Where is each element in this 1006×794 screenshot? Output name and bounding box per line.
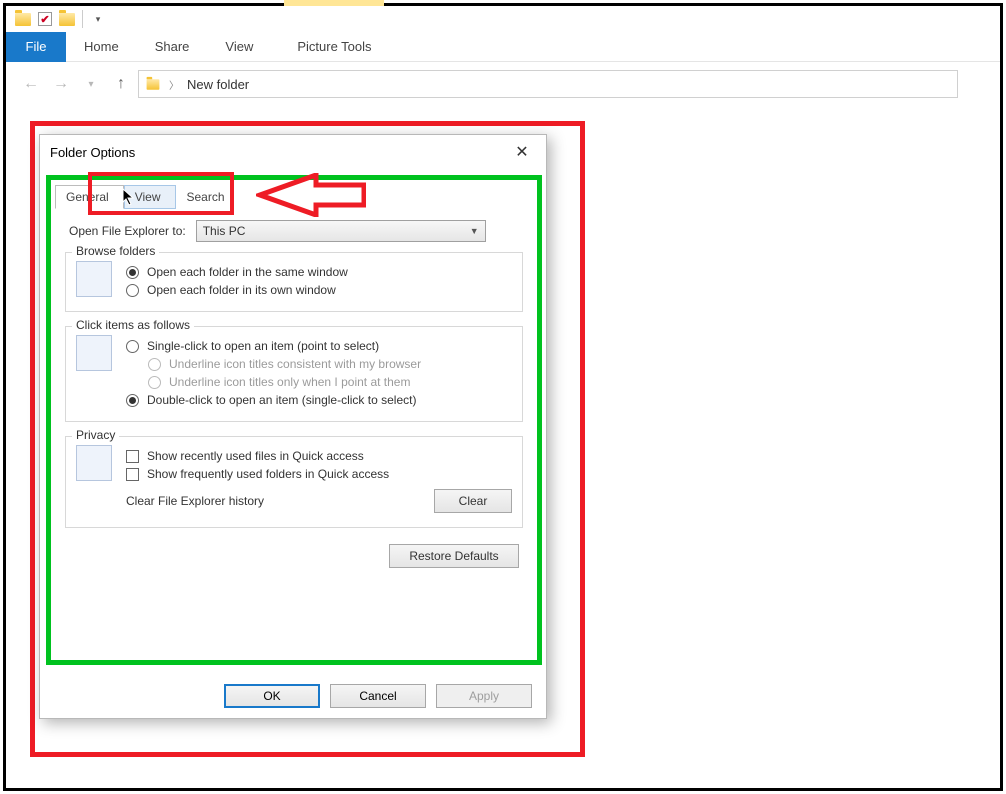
qat-customize-icon[interactable]: ▾ bbox=[87, 8, 109, 30]
tab-view[interactable]: View bbox=[207, 32, 271, 62]
nav-up-icon[interactable]: ↑ bbox=[108, 71, 134, 97]
nav-recent-icon[interactable]: ▾ bbox=[78, 71, 104, 97]
tab-search[interactable]: Search bbox=[176, 185, 240, 209]
open-explorer-label: Open File Explorer to: bbox=[69, 224, 186, 238]
file-tab[interactable]: File bbox=[6, 32, 66, 62]
group-browse-folders: Browse folders Open each folder in the s… bbox=[65, 252, 523, 312]
dialog-title: Folder Options bbox=[50, 145, 135, 160]
restore-defaults-button[interactable]: Restore Defaults bbox=[389, 544, 519, 568]
click-icon bbox=[76, 335, 112, 371]
check-frequent-folders-label: Show frequently used folders in Quick ac… bbox=[147, 467, 389, 481]
open-explorer-combo[interactable]: This PC ▼ bbox=[196, 220, 486, 242]
folder-icon bbox=[12, 8, 34, 30]
check-recent-files[interactable] bbox=[126, 450, 139, 463]
ok-button[interactable]: OK bbox=[224, 684, 320, 708]
cancel-button[interactable]: Cancel bbox=[330, 684, 426, 708]
browse-icon bbox=[76, 261, 112, 297]
radio-own-window[interactable] bbox=[126, 284, 139, 297]
address-bar[interactable]: 〉 New folder bbox=[138, 70, 958, 98]
annotation-arrow-icon bbox=[256, 173, 366, 222]
privacy-icon bbox=[76, 445, 112, 481]
radio-underline-point bbox=[148, 376, 161, 389]
radio-own-window-label: Open each folder in its own window bbox=[147, 283, 336, 297]
group-privacy: Privacy Show recently used files in Quic… bbox=[65, 436, 523, 528]
qat-props-icon[interactable]: ✔ bbox=[34, 8, 56, 30]
folder-options-dialog: Folder Options ✕ General View Search Ope… bbox=[39, 134, 547, 719]
radio-underline-browser bbox=[148, 358, 161, 371]
folder-icon-2 bbox=[56, 8, 78, 30]
radio-double-click[interactable] bbox=[126, 394, 139, 407]
folder-icon bbox=[147, 79, 160, 89]
tab-home[interactable]: Home bbox=[66, 32, 137, 62]
radio-same-window-label: Open each folder in the same window bbox=[147, 265, 348, 279]
chevron-right-icon: 〉 bbox=[169, 77, 179, 92]
check-recent-files-label: Show recently used files in Quick access bbox=[147, 449, 364, 463]
breadcrumb[interactable]: New folder bbox=[187, 77, 249, 92]
group-label: Click items as follows bbox=[72, 318, 194, 332]
group-label: Browse folders bbox=[72, 244, 159, 258]
open-explorer-value: This PC bbox=[203, 224, 246, 238]
nav-forward-icon: → bbox=[48, 71, 74, 97]
cursor-icon bbox=[122, 188, 136, 211]
radio-underline-browser-label: Underline icon titles consistent with my… bbox=[169, 357, 421, 371]
check-frequent-folders[interactable] bbox=[126, 468, 139, 481]
close-icon[interactable]: ✕ bbox=[508, 142, 536, 162]
chevron-down-icon: ▼ bbox=[470, 226, 479, 236]
radio-single-click-label: Single-click to open an item (point to s… bbox=[147, 339, 379, 353]
apply-button: Apply bbox=[436, 684, 532, 708]
group-click-items: Click items as follows Single-click to o… bbox=[65, 326, 523, 422]
annotation-rect-inner: General View Search Open File Explorer t… bbox=[46, 175, 542, 665]
radio-underline-point-label: Underline icon titles only when I point … bbox=[169, 375, 410, 389]
group-label: Privacy bbox=[72, 428, 119, 442]
tab-general[interactable]: General bbox=[55, 185, 124, 209]
context-tab-manage[interactable]: Manage bbox=[284, 0, 384, 6]
clear-history-label: Clear File Explorer history bbox=[126, 494, 264, 508]
clear-button[interactable]: Clear bbox=[434, 489, 512, 513]
radio-same-window[interactable] bbox=[126, 266, 139, 279]
nav-back-icon[interactable]: ← bbox=[18, 71, 44, 97]
tab-picture-tools[interactable]: Picture Tools bbox=[279, 32, 389, 62]
radio-single-click[interactable] bbox=[126, 340, 139, 353]
tab-share[interactable]: Share bbox=[137, 32, 208, 62]
radio-double-click-label: Double-click to open an item (single-cli… bbox=[147, 393, 416, 407]
